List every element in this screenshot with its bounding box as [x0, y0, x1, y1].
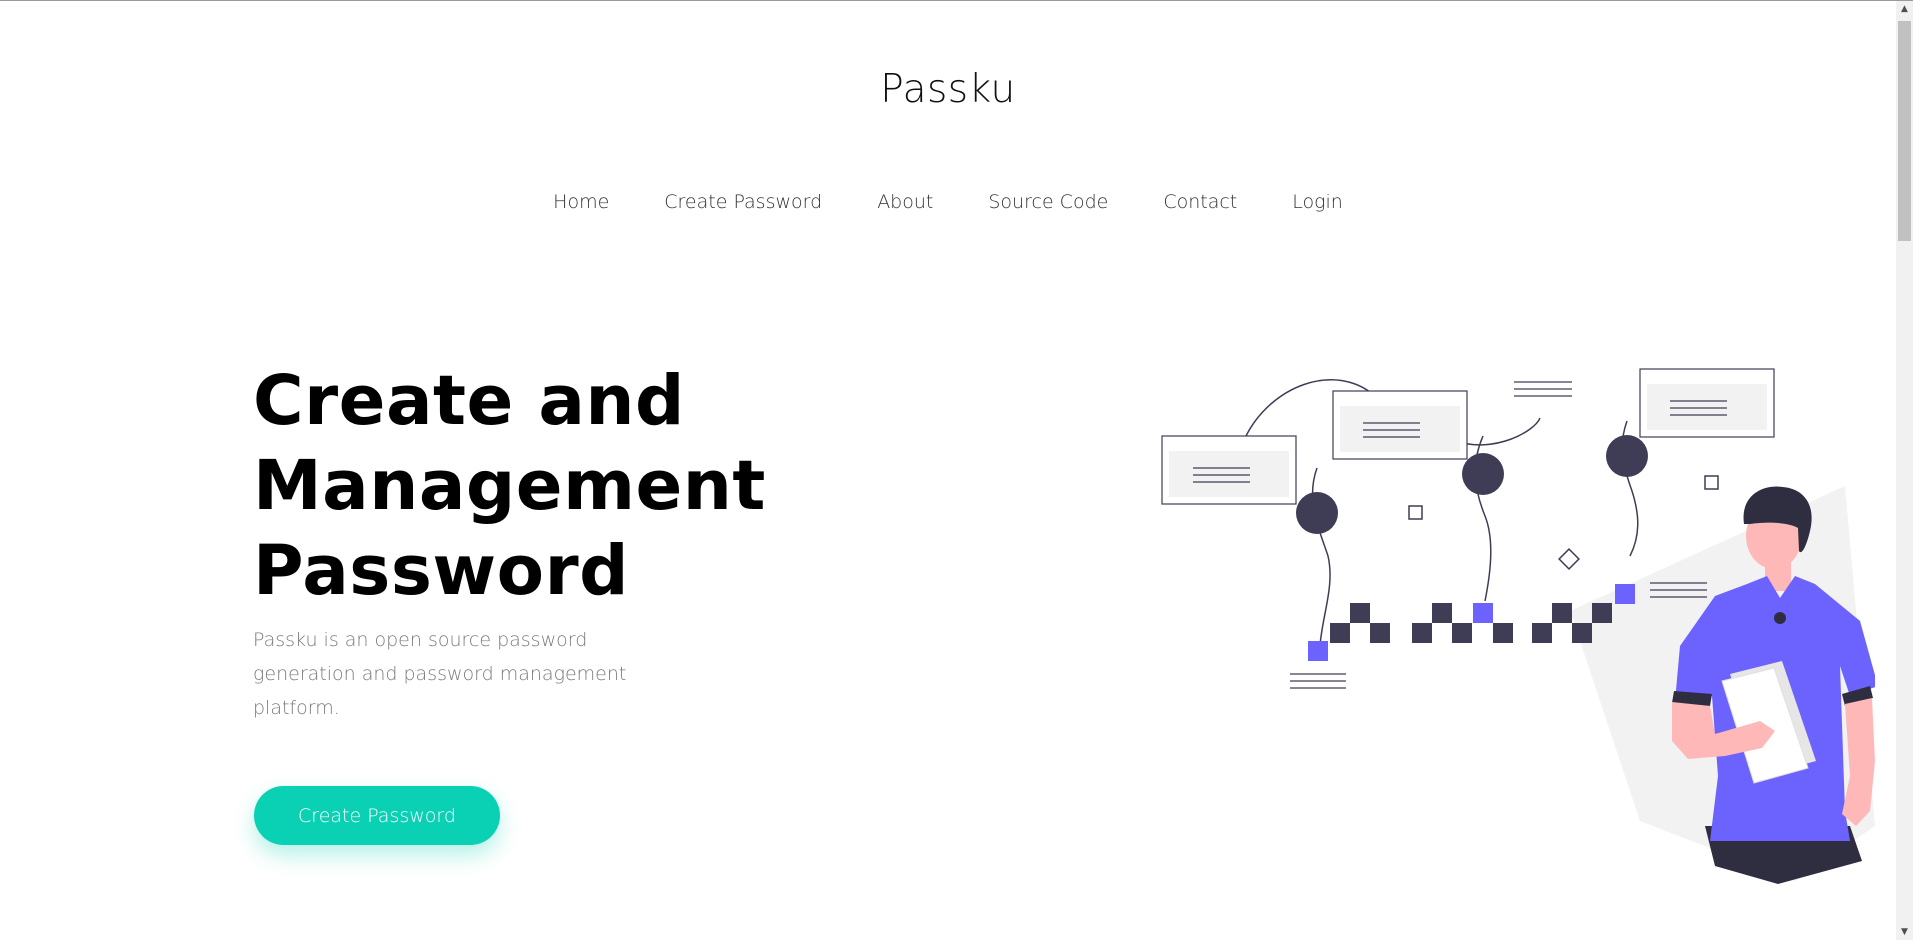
window-card: [1332, 390, 1468, 460]
vertical-scrollbar[interactable]: ▲ ▼: [1896, 1, 1913, 940]
window-card: [1161, 435, 1297, 505]
hero-title: Create and Management Password: [253, 359, 766, 614]
outline-diamond: [1558, 548, 1580, 570]
connector-curve: [1454, 417, 1541, 446]
brand-logo[interactable]: Passku: [0, 67, 1896, 112]
nav-create-password[interactable]: Create Password: [664, 191, 822, 213]
hero-title-line-1: Create and: [253, 361, 685, 441]
create-password-button[interactable]: Create Password: [254, 786, 500, 845]
nav-home[interactable]: Home: [553, 191, 609, 213]
scroll-up-arrow-icon[interactable]: ▲: [1896, 1, 1913, 18]
nav-login[interactable]: Login: [1292, 191, 1343, 213]
main-nav: Home Create Password About Source Code C…: [0, 191, 1896, 213]
hero-title-line-2: Management: [253, 446, 766, 526]
nav-source-code[interactable]: Source Code: [988, 191, 1108, 213]
page: Passku Home Create Password About Source…: [0, 0, 1913, 940]
nav-contact[interactable]: Contact: [1163, 191, 1237, 213]
decorative-lines: [1290, 673, 1346, 689]
hero-title-line-3: Password: [253, 531, 629, 611]
scrollbar-thumb[interactable]: [1898, 21, 1911, 241]
hero-description: Passku is an open source password genera…: [253, 629, 627, 719]
outline-square: [1704, 475, 1719, 490]
nav-about[interactable]: About: [877, 191, 933, 213]
window-card: [1639, 368, 1775, 438]
node-circle: [1462, 453, 1504, 495]
outline-square: [1408, 505, 1423, 520]
node-circle: [1296, 492, 1338, 534]
decorative-lines: [1514, 381, 1572, 397]
node-circle: [1606, 435, 1648, 477]
block-row: [1330, 603, 1612, 643]
scroll-down-arrow-icon[interactable]: ▼: [1896, 924, 1913, 940]
hero-illustration: [1161, 368, 1875, 884]
